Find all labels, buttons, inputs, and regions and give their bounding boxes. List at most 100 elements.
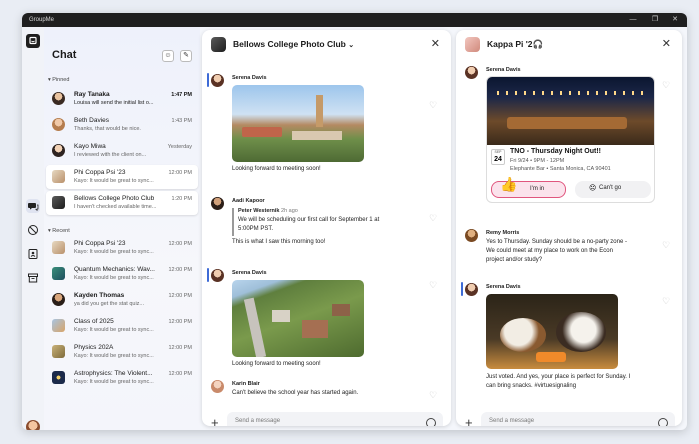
chat-preview: I haven't checked available time... xyxy=(74,204,157,210)
event-date-badge: SEP 24 xyxy=(491,149,505,165)
message: Aadi Kapoor Peter Westernik 2h ago We wi… xyxy=(211,197,441,257)
message-sender: Remy Morris xyxy=(486,230,520,236)
like-heart-icon[interactable]: ♡ xyxy=(662,296,672,306)
not-going-button[interactable]: ☹ Can't go xyxy=(575,181,651,198)
message: Remy Morris Yes to Thursday. Sunday shou… xyxy=(465,229,675,269)
avatar xyxy=(52,92,65,105)
emoji-icon[interactable] xyxy=(426,418,436,426)
avatar xyxy=(52,293,65,306)
event-time: Fri 9/24 • 9PM - 12PM xyxy=(510,158,565,164)
contacts-icon[interactable] xyxy=(26,247,40,261)
maximize-button[interactable]: ❐ xyxy=(645,13,665,27)
chat-list-item[interactable]: Kayo Miwa I reviewed with the client on.… xyxy=(46,139,198,163)
avatar xyxy=(52,319,65,332)
emoji-icon[interactable] xyxy=(658,418,668,426)
chat-list-item[interactable]: Phi Coppa Psi '23 Kayo: It would be grea… xyxy=(46,165,198,189)
message: Serena Davis Looking forward to meeting … xyxy=(211,269,441,379)
sidebar-title: Chat xyxy=(52,49,77,61)
chat-list-item[interactable]: Kayden Thomas ya did you get the stat qu… xyxy=(46,288,198,312)
message-sender: Serena Davis xyxy=(232,75,267,81)
chat-time: 12:00 PM xyxy=(168,371,192,377)
chat-name: Quantum Mechanics: Wav... xyxy=(74,266,155,273)
chat-preview: Kayo: It would be great to sync... xyxy=(74,353,154,359)
chat-header: Bellows College Photo Club ⌄ ✕ xyxy=(202,30,451,60)
campus-photo[interactable] xyxy=(232,85,364,162)
avatar xyxy=(52,196,65,209)
house-shape xyxy=(272,310,290,322)
chat-list-item[interactable]: Astrophysics: The Violent... Kayo: It wo… xyxy=(46,366,198,390)
message-composer[interactable]: Send a message xyxy=(227,412,443,426)
chat-preview: Kayo: It would be great to sync... xyxy=(74,178,154,184)
message-sender: Karin Blair xyxy=(232,381,260,387)
like-heart-icon[interactable]: ♡ xyxy=(429,390,439,400)
tables-shape xyxy=(507,117,627,129)
pinned-section-header[interactable]: ▾ Pinned xyxy=(48,77,69,83)
profile-avatar[interactable] xyxy=(26,420,40,430)
new-chat-button[interactable]: ✎ xyxy=(180,50,192,62)
add-attachment-button[interactable]: + xyxy=(211,416,219,426)
neighborhood-photo[interactable] xyxy=(232,280,364,357)
groupme-logo-icon[interactable] xyxy=(26,34,40,48)
minimize-button[interactable]: — xyxy=(623,13,643,27)
archive-icon[interactable] xyxy=(26,271,40,285)
chat-time: 12:00 PM xyxy=(168,241,192,247)
guinea-pigs-photo[interactable] xyxy=(486,294,618,369)
group-avatar xyxy=(211,37,226,52)
event-location: Elephante Bar • Santa Monica, CA 90401 xyxy=(510,166,611,172)
chat-name: Ray Tanaka xyxy=(74,91,110,98)
message-text: can bring snacks. #virtuesignaling xyxy=(486,383,577,389)
event-day: 24 xyxy=(494,156,502,163)
chat-list-item[interactable]: Beth Davies Thanks, that would be nice. … xyxy=(46,113,198,137)
chat-preview: Louisa will send the initial list o... xyxy=(74,100,154,106)
avatar xyxy=(52,371,65,384)
chat-name: Class of 2025 xyxy=(74,318,114,325)
chat-list-item[interactable]: Phi Coppa Psi '23 Kayo: It would be grea… xyxy=(46,236,198,260)
add-attachment-button[interactable]: + xyxy=(465,416,473,426)
avatar xyxy=(52,241,65,254)
discover-icon[interactable] xyxy=(26,223,40,237)
group-avatar xyxy=(465,37,480,52)
chat-time: 12:00 PM xyxy=(168,345,192,351)
avatar xyxy=(52,345,65,358)
chat-list-item[interactable]: Ray Tanaka Louisa will send the initial … xyxy=(46,87,198,111)
chat-list-item[interactable]: Quantum Mechanics: Wav... Kayo: It would… xyxy=(46,262,198,286)
like-heart-icon[interactable]: ♡ xyxy=(662,80,672,90)
close-window-button[interactable]: ✕ xyxy=(665,13,685,27)
reply-quote[interactable]: Peter Westernik 2h ago xyxy=(238,208,298,214)
road-shape xyxy=(243,297,267,357)
close-chat-button[interactable]: ✕ xyxy=(431,37,440,50)
chat-list-item[interactable]: Bellows College Photo Club I haven't che… xyxy=(46,191,198,215)
new-message-indicator xyxy=(207,268,209,282)
going-button[interactable]: 👍 I'm in xyxy=(491,176,566,198)
new-message-indicator xyxy=(461,282,463,296)
chat-title[interactable]: Kappa Pi '2🎧 xyxy=(487,39,543,50)
chat-time: 12:00 PM xyxy=(168,319,192,325)
like-heart-icon[interactable]: ♡ xyxy=(429,213,439,223)
avatar xyxy=(52,170,65,183)
chat-name: Astrophysics: The Violent... xyxy=(74,370,153,377)
chat-list-item[interactable]: Physics 202A Kayo: It would be great to … xyxy=(46,340,198,364)
message: Serena Davis Looking forward to meeting … xyxy=(211,74,441,174)
message-text: Can't believe the school year has starte… xyxy=(232,390,359,396)
app-title: GroupMe xyxy=(29,17,55,23)
like-heart-icon[interactable]: ♡ xyxy=(429,280,439,290)
like-heart-icon[interactable]: ♡ xyxy=(429,100,439,110)
sender-avatar xyxy=(465,283,478,296)
message: Serena Davis SEP 24 TNO - Thursday Night… xyxy=(465,66,675,206)
chat-name: Kayo Miwa xyxy=(74,143,106,150)
event-card[interactable]: SEP 24 TNO - Thursday Night Out!! Fri 9/… xyxy=(486,76,655,203)
close-chat-button[interactable]: ✕ xyxy=(662,37,671,50)
nav-rail xyxy=(22,27,44,430)
recent-section-header[interactable]: ▾ Recent xyxy=(48,228,70,234)
chat-preview: ya did you get the stat quiz... xyxy=(74,301,145,307)
chat-name: Physics 202A xyxy=(74,344,114,351)
message-composer[interactable]: Send a message xyxy=(481,412,675,426)
chat-nav-icon[interactable] xyxy=(26,199,40,213)
chat-list-item[interactable]: Class of 2025 Kayo: It would be great to… xyxy=(46,314,198,338)
like-heart-icon[interactable]: ♡ xyxy=(662,240,672,250)
sender-avatar xyxy=(465,229,478,242)
chat-name: Kayden Thomas xyxy=(74,292,125,299)
chat-title[interactable]: Bellows College Photo Club ⌄ xyxy=(233,39,354,49)
chat-sidebar: Chat ☺ ✎ ▾ Pinned Ray Tanaka Louisa will… xyxy=(44,27,200,430)
new-group-button[interactable]: ☺ xyxy=(162,50,174,62)
